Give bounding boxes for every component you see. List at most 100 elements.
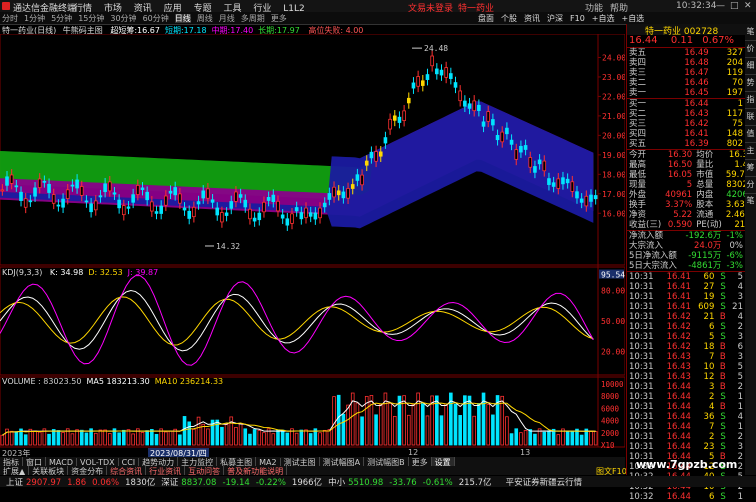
chart-area[interactable]: 24.00 23.00 22.00 21.00 20.00 19.00 18.00 17.00… bbox=[0, 34, 625, 465]
indicator-tab-9[interactable]: 测试主图 bbox=[281, 457, 320, 466]
top-right-tab-4[interactable]: F10 bbox=[570, 14, 585, 23]
volume-bar bbox=[51, 429, 56, 446]
indicator-tab-12[interactable]: 更多 bbox=[409, 457, 432, 466]
extension-tab-2[interactable]: 资金分布 bbox=[68, 466, 108, 475]
extension-tab-1[interactable]: 关联板块 bbox=[29, 466, 69, 475]
side-tab-8[interactable]: 筹 bbox=[745, 160, 756, 177]
side-tab-3[interactable]: 势 bbox=[745, 75, 756, 92]
extension-tab-0[interactable]: 扩展▲ bbox=[0, 466, 30, 475]
indicator-tab-10[interactable]: 测试幅图A bbox=[320, 457, 365, 466]
indicator-tab-1[interactable]: 窗口 bbox=[23, 457, 46, 466]
bid-row[interactable]: 买五 16.39 802 bbox=[627, 139, 745, 149]
minimize-button[interactable]: — bbox=[716, 1, 725, 11]
indicator-tab-11[interactable]: 测试幅图B bbox=[364, 457, 409, 466]
side-tab-5[interactable]: 联 bbox=[745, 109, 756, 126]
candle-body bbox=[397, 116, 402, 123]
tick-cell: 60 bbox=[703, 272, 715, 282]
indicator-tab-13[interactable]: 设置 bbox=[431, 457, 455, 466]
top-right-tab-3[interactable]: 沪深 bbox=[547, 14, 563, 23]
side-tab-1[interactable]: 价 bbox=[745, 41, 756, 58]
indicator-tab-5[interactable]: 趋势动力 bbox=[139, 457, 179, 466]
quote-price: 16.44 bbox=[629, 35, 658, 46]
indicator-tab-2[interactable]: MACD bbox=[46, 458, 77, 466]
candle-body bbox=[430, 55, 434, 67]
tick-cell: B bbox=[719, 352, 726, 362]
tick-cell: B bbox=[719, 362, 726, 372]
bid-row[interactable]: 买四 16.41 148 bbox=[627, 129, 745, 139]
volume-bar bbox=[61, 432, 65, 446]
candle-body bbox=[332, 186, 336, 198]
candle-body bbox=[458, 90, 462, 102]
top-right-tab-6[interactable]: +自选 bbox=[621, 14, 644, 23]
bid-row[interactable]: 买一 16.44 1 bbox=[627, 99, 745, 110]
kdj-y-label: 95.54 bbox=[601, 271, 625, 280]
volume-bar bbox=[472, 415, 476, 446]
top-right-tab-2[interactable]: 资讯 bbox=[524, 14, 540, 23]
stats-cell: PE(动) bbox=[696, 220, 722, 230]
indicator-tab-4[interactable]: CCI bbox=[119, 458, 140, 466]
candle-body bbox=[37, 178, 42, 189]
stats-cell: 外盘 bbox=[629, 190, 647, 200]
candle-body bbox=[453, 82, 458, 88]
candle-body bbox=[112, 192, 117, 195]
stats-cell: 总量 bbox=[696, 180, 714, 190]
kdj-title[interactable]: KDJ(9,3,3) bbox=[2, 268, 42, 277]
tick-cell: 10:31 bbox=[629, 342, 654, 352]
period-tab-4[interactable]: 30分钟 bbox=[110, 14, 136, 23]
maximize-button[interactable]: □ bbox=[730, 1, 739, 11]
ask-row[interactable]: 卖三 16.47 119 bbox=[627, 68, 745, 78]
bid-row[interactable]: 买三 16.42 75 bbox=[627, 119, 745, 129]
extension-tab-3[interactable]: 综合资讯 bbox=[107, 466, 147, 475]
period-tab-1[interactable]: 1分钟 bbox=[24, 14, 45, 23]
period-tab-6[interactable]: 日线 bbox=[174, 14, 191, 23]
candle-body bbox=[593, 195, 598, 200]
volume-bar bbox=[411, 403, 416, 446]
indicator-tab-7[interactable]: 私募主图 bbox=[217, 457, 257, 466]
top-right-tab-1[interactable]: 个股 bbox=[501, 14, 517, 23]
y-tick-label: 21.00 bbox=[602, 112, 625, 121]
indicator-tab-0[interactable]: 指标 bbox=[0, 457, 23, 466]
period-tab-7[interactable]: 周线 bbox=[197, 14, 213, 23]
indicator-tab-8[interactable]: MA2 bbox=[256, 458, 281, 466]
tick-cell: 3 bbox=[737, 352, 743, 362]
tick-cell: 10:31 bbox=[629, 412, 654, 422]
side-tab-4[interactable]: 指 bbox=[745, 92, 756, 109]
candle-body bbox=[234, 191, 238, 202]
top-right-tab-5[interactable]: +自选 bbox=[592, 14, 615, 23]
indicator-tabs: 指标 窗口 MACD VOL-TDX CCI 趋势动力 主力监控 私募主图 MA2 测试主图 测试幅… bbox=[0, 457, 625, 466]
side-tab-0[interactable]: 笔 bbox=[745, 24, 756, 41]
period-tab-2[interactable]: 5分钟 bbox=[51, 14, 72, 23]
tick-cell: 16.43 bbox=[666, 352, 691, 362]
volume-bar bbox=[154, 433, 159, 446]
ask-row[interactable]: 卖四 16.48 204 bbox=[627, 58, 745, 68]
stats-cell: 最低 bbox=[629, 170, 647, 180]
tick-row: 10:31 16.41 27 S 4 bbox=[627, 282, 745, 292]
side-tab-9[interactable]: 分笔 bbox=[745, 177, 756, 205]
period-tab-8[interactable]: 月线 bbox=[219, 14, 235, 23]
tick-row: 10:31 16.44 36 S 4 bbox=[627, 412, 745, 422]
indicator-tab-6[interactable]: 主力监控 bbox=[178, 457, 218, 466]
volume-title[interactable]: VOLUME bbox=[2, 377, 36, 386]
period-tab-10[interactable]: 更多 bbox=[271, 14, 287, 23]
ask-row[interactable]: 卖二 16.46 70 bbox=[627, 78, 745, 88]
tick-cell: 16.43 bbox=[666, 362, 691, 372]
side-tab-7[interactable]: 主 bbox=[745, 143, 756, 160]
ask-row[interactable]: 卖五 16.49 327 bbox=[627, 48, 745, 59]
period-tab-5[interactable]: 60分钟 bbox=[143, 14, 169, 23]
side-tab-2[interactable]: 细 bbox=[745, 58, 756, 75]
ask-row[interactable]: 卖一 16.45 197 bbox=[627, 88, 745, 98]
top-right-tab-0[interactable]: 盘面 bbox=[478, 14, 494, 23]
extension-tab-6[interactable]: 普及新功能说明 bbox=[224, 466, 288, 475]
extension-tab-4[interactable]: 行业资讯 bbox=[146, 466, 186, 475]
period-tab-3[interactable]: 15分钟 bbox=[78, 14, 104, 23]
period-tab-9[interactable]: 多周期 bbox=[241, 14, 265, 23]
close-button[interactable]: ✕ bbox=[744, 1, 752, 11]
period-tab-0[interactable]: 分时 bbox=[2, 14, 18, 23]
bid-row[interactable]: 买二 16.43 117 bbox=[627, 109, 745, 119]
indicator-tab-3[interactable]: VOL-TDX bbox=[77, 458, 119, 466]
side-tab-6[interactable]: 值 bbox=[745, 126, 756, 143]
volume-bar bbox=[252, 429, 257, 446]
volume-bar bbox=[187, 421, 192, 446]
candle-body bbox=[9, 174, 14, 184]
extension-tab-5[interactable]: 互动问答 bbox=[185, 466, 225, 475]
